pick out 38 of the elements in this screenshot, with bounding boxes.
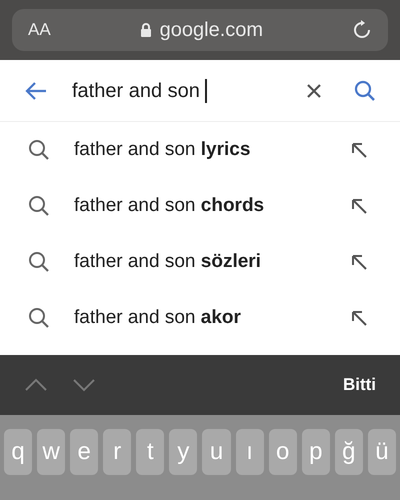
fill-in-arrow-icon[interactable]	[350, 253, 368, 271]
search-icon	[28, 139, 50, 161]
keyboard-key[interactable]: y	[169, 429, 198, 475]
done-button[interactable]: Bitti	[342, 372, 376, 398]
search-field[interactable]: father and son	[72, 76, 306, 106]
keyboard-key[interactable]: w	[37, 429, 66, 475]
search-icon[interactable]	[354, 80, 376, 102]
fill-in-arrow-icon[interactable]	[350, 141, 368, 159]
suggestion-item[interactable]: father and son lyrics	[0, 122, 400, 178]
keyboard-key[interactable]: r	[103, 429, 132, 475]
keyboard-key[interactable]: u	[202, 429, 231, 475]
lock-icon	[140, 22, 152, 38]
suggestion-text: father and son sözleri	[74, 250, 262, 274]
suggestion-item[interactable]: father and son sözleri	[0, 234, 400, 290]
keyboard-key[interactable]: ı	[236, 429, 264, 475]
keyboard-key[interactable]: t	[136, 429, 164, 475]
suggestion-text: father and son chords	[74, 194, 266, 218]
search-icon	[28, 307, 50, 329]
keyboard-key[interactable]: q	[4, 429, 32, 475]
suggestion-item[interactable]: father and son chords	[0, 178, 400, 234]
search-icon	[28, 195, 50, 217]
suggestion-text: father and son akor	[74, 306, 242, 330]
search-icon	[28, 251, 50, 273]
fill-in-arrow-icon[interactable]	[350, 309, 368, 327]
back-arrow-icon[interactable]	[24, 80, 48, 100]
address-bar[interactable]: AA google.com	[12, 9, 388, 51]
keyboard-key[interactable]: ü	[368, 429, 396, 475]
suggestion-item[interactable]: father and son akor	[0, 290, 400, 346]
fill-in-arrow-icon[interactable]	[350, 197, 368, 215]
keyboard-key[interactable]: e	[70, 429, 98, 475]
text-size-button[interactable]: AA	[28, 17, 51, 43]
reload-icon[interactable]	[352, 20, 372, 40]
clear-icon[interactable]	[306, 82, 322, 98]
keyboard-key[interactable]: o	[268, 429, 297, 475]
keyboard-key[interactable]: ğ	[334, 429, 363, 475]
url-text: google.com	[160, 18, 264, 43]
suggestion-text: father and son lyrics	[74, 138, 252, 162]
keyboard-key[interactable]: p	[302, 429, 330, 475]
